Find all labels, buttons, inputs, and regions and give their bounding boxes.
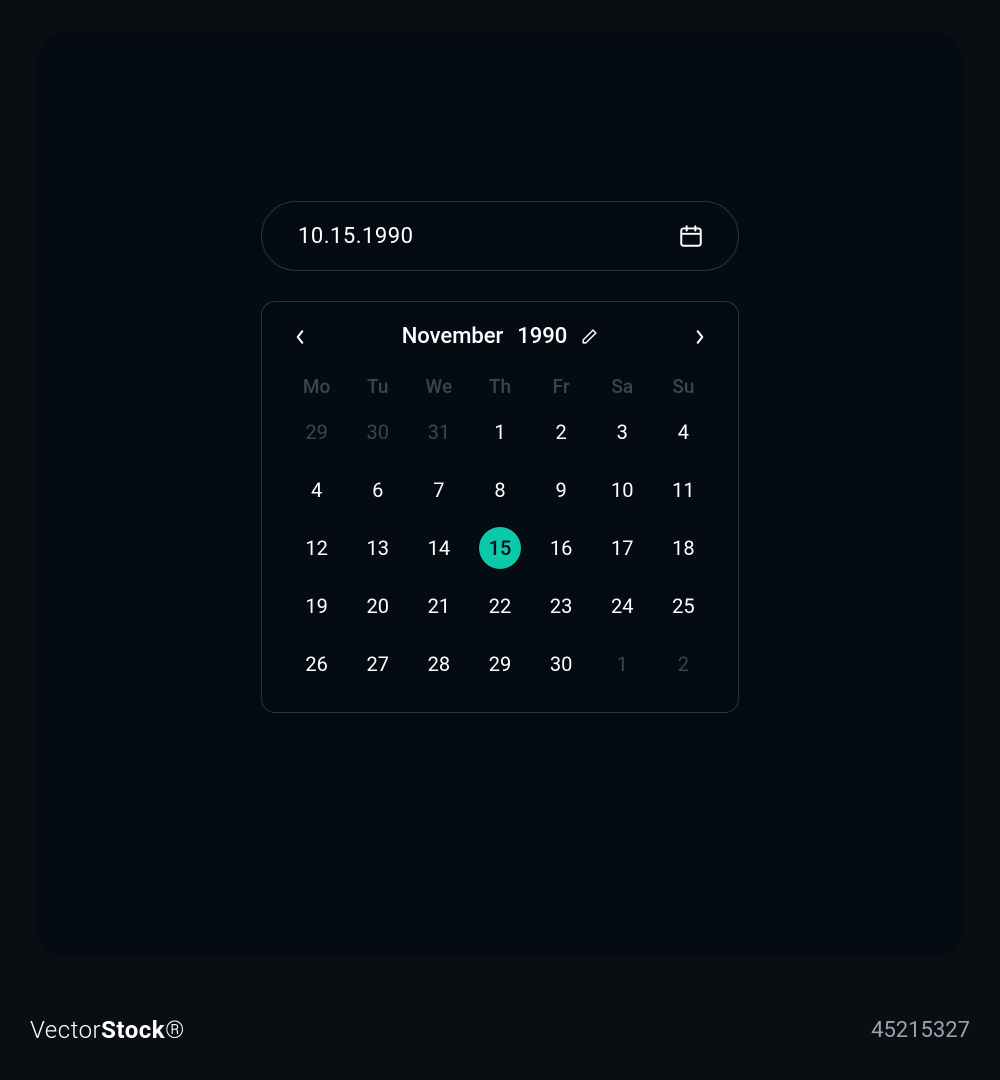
day-cell[interactable]: 6 bbox=[347, 468, 408, 512]
day-cell[interactable]: 2 bbox=[653, 642, 714, 686]
day-cell[interactable]: 3 bbox=[592, 410, 653, 454]
day-number: 1 bbox=[617, 652, 628, 676]
day-cell[interactable]: 7 bbox=[408, 468, 469, 512]
day-number: 6 bbox=[372, 478, 383, 502]
day-cell[interactable]: 28 bbox=[408, 642, 469, 686]
day-cell[interactable]: 11 bbox=[653, 468, 714, 512]
day-cell[interactable]: 27 bbox=[347, 642, 408, 686]
day-cell[interactable]: 10 bbox=[592, 468, 653, 512]
footer: VectorStock® 45215327 bbox=[0, 990, 1000, 1080]
day-number: 13 bbox=[366, 536, 388, 560]
day-number: 2 bbox=[556, 420, 567, 444]
calendar-panel: November 1990 MoTuWeThFrSaSu 29303112344… bbox=[261, 301, 739, 713]
day-cell[interactable]: 29 bbox=[469, 642, 530, 686]
day-number: 1 bbox=[494, 420, 505, 444]
day-cell[interactable]: 15 bbox=[469, 526, 530, 570]
day-cell[interactable]: 23 bbox=[531, 584, 592, 628]
day-number: 9 bbox=[556, 478, 567, 502]
day-cell[interactable]: 29 bbox=[286, 410, 347, 454]
day-number: 28 bbox=[428, 652, 450, 676]
day-number: 8 bbox=[494, 478, 505, 502]
weekday-cell: Su bbox=[653, 369, 714, 404]
month-label: November bbox=[402, 324, 504, 349]
day-cell[interactable]: 31 bbox=[408, 410, 469, 454]
day-number: 2 bbox=[678, 652, 689, 676]
calendar-header: November 1990 bbox=[286, 324, 714, 359]
calendar-icon[interactable] bbox=[678, 223, 704, 249]
weekday-cell: We bbox=[408, 369, 469, 404]
day-number: 24 bbox=[611, 594, 633, 618]
days-grid: 2930311234467891011121314151617181920212… bbox=[286, 410, 714, 686]
weekday-cell: Sa bbox=[592, 369, 653, 404]
day-cell[interactable]: 24 bbox=[592, 584, 653, 628]
day-cell[interactable]: 2 bbox=[531, 410, 592, 454]
weekday-cell: Tu bbox=[347, 369, 408, 404]
date-input-field[interactable]: 10.15.1990 bbox=[261, 201, 739, 271]
weekday-cell: Th bbox=[469, 369, 530, 404]
brand-logo: VectorStock® bbox=[30, 1016, 185, 1044]
day-cell[interactable]: 25 bbox=[653, 584, 714, 628]
day-cell[interactable]: 19 bbox=[286, 584, 347, 628]
day-number: 10 bbox=[611, 478, 633, 502]
day-cell[interactable]: 9 bbox=[531, 468, 592, 512]
day-number: 4 bbox=[311, 478, 322, 502]
day-number: 14 bbox=[428, 536, 450, 560]
year-label: 1990 bbox=[517, 324, 567, 349]
day-cell[interactable]: 30 bbox=[531, 642, 592, 686]
day-number: 20 bbox=[366, 594, 388, 618]
next-month-button[interactable] bbox=[690, 327, 710, 347]
day-cell[interactable]: 4 bbox=[653, 410, 714, 454]
weekday-row: MoTuWeThFrSaSu bbox=[286, 369, 714, 404]
day-number: 30 bbox=[366, 420, 388, 444]
month-year-group: November 1990 bbox=[402, 324, 599, 349]
day-cell[interactable]: 17 bbox=[592, 526, 653, 570]
day-cell[interactable]: 21 bbox=[408, 584, 469, 628]
brand-prefix: Vector bbox=[30, 1016, 101, 1044]
day-number: 25 bbox=[672, 594, 694, 618]
day-number: 4 bbox=[678, 420, 689, 444]
day-number: 12 bbox=[305, 536, 327, 560]
brand-reg: ® bbox=[165, 1016, 185, 1044]
edit-icon[interactable] bbox=[581, 328, 598, 345]
day-cell[interactable]: 16 bbox=[531, 526, 592, 570]
day-number: 21 bbox=[428, 594, 450, 618]
day-number: 11 bbox=[672, 478, 694, 502]
day-cell[interactable]: 30 bbox=[347, 410, 408, 454]
day-number: 29 bbox=[305, 420, 327, 444]
day-cell[interactable]: 1 bbox=[469, 410, 530, 454]
day-number: 22 bbox=[489, 594, 511, 618]
day-number: 18 bbox=[672, 536, 694, 560]
day-number: 3 bbox=[617, 420, 628, 444]
day-cell[interactable]: 1 bbox=[592, 642, 653, 686]
brand-suffix: Stock bbox=[101, 1016, 165, 1044]
day-number: 26 bbox=[305, 652, 327, 676]
day-number: 19 bbox=[305, 594, 327, 618]
day-number: 16 bbox=[550, 536, 572, 560]
day-cell[interactable]: 22 bbox=[469, 584, 530, 628]
day-number: 7 bbox=[433, 478, 444, 502]
day-cell[interactable]: 8 bbox=[469, 468, 530, 512]
weekday-cell: Mo bbox=[286, 369, 347, 404]
day-cell[interactable]: 18 bbox=[653, 526, 714, 570]
day-number: 30 bbox=[550, 652, 572, 676]
day-cell[interactable]: 13 bbox=[347, 526, 408, 570]
date-picker-card: 10.15.1990 November 1990 bbox=[38, 33, 962, 957]
day-cell[interactable]: 4 bbox=[286, 468, 347, 512]
weekday-cell: Fr bbox=[531, 369, 592, 404]
day-cell[interactable]: 12 bbox=[286, 526, 347, 570]
day-cell[interactable]: 26 bbox=[286, 642, 347, 686]
date-input-value: 10.15.1990 bbox=[298, 224, 414, 249]
day-number: 29 bbox=[489, 652, 511, 676]
day-number: 15 bbox=[489, 536, 512, 560]
day-number: 17 bbox=[611, 536, 633, 560]
day-number: 31 bbox=[428, 420, 450, 444]
day-number: 23 bbox=[550, 594, 572, 618]
prev-month-button[interactable] bbox=[290, 327, 310, 347]
day-cell[interactable]: 20 bbox=[347, 584, 408, 628]
day-number: 27 bbox=[366, 652, 388, 676]
image-id: 45215327 bbox=[871, 1018, 970, 1043]
day-cell[interactable]: 14 bbox=[408, 526, 469, 570]
